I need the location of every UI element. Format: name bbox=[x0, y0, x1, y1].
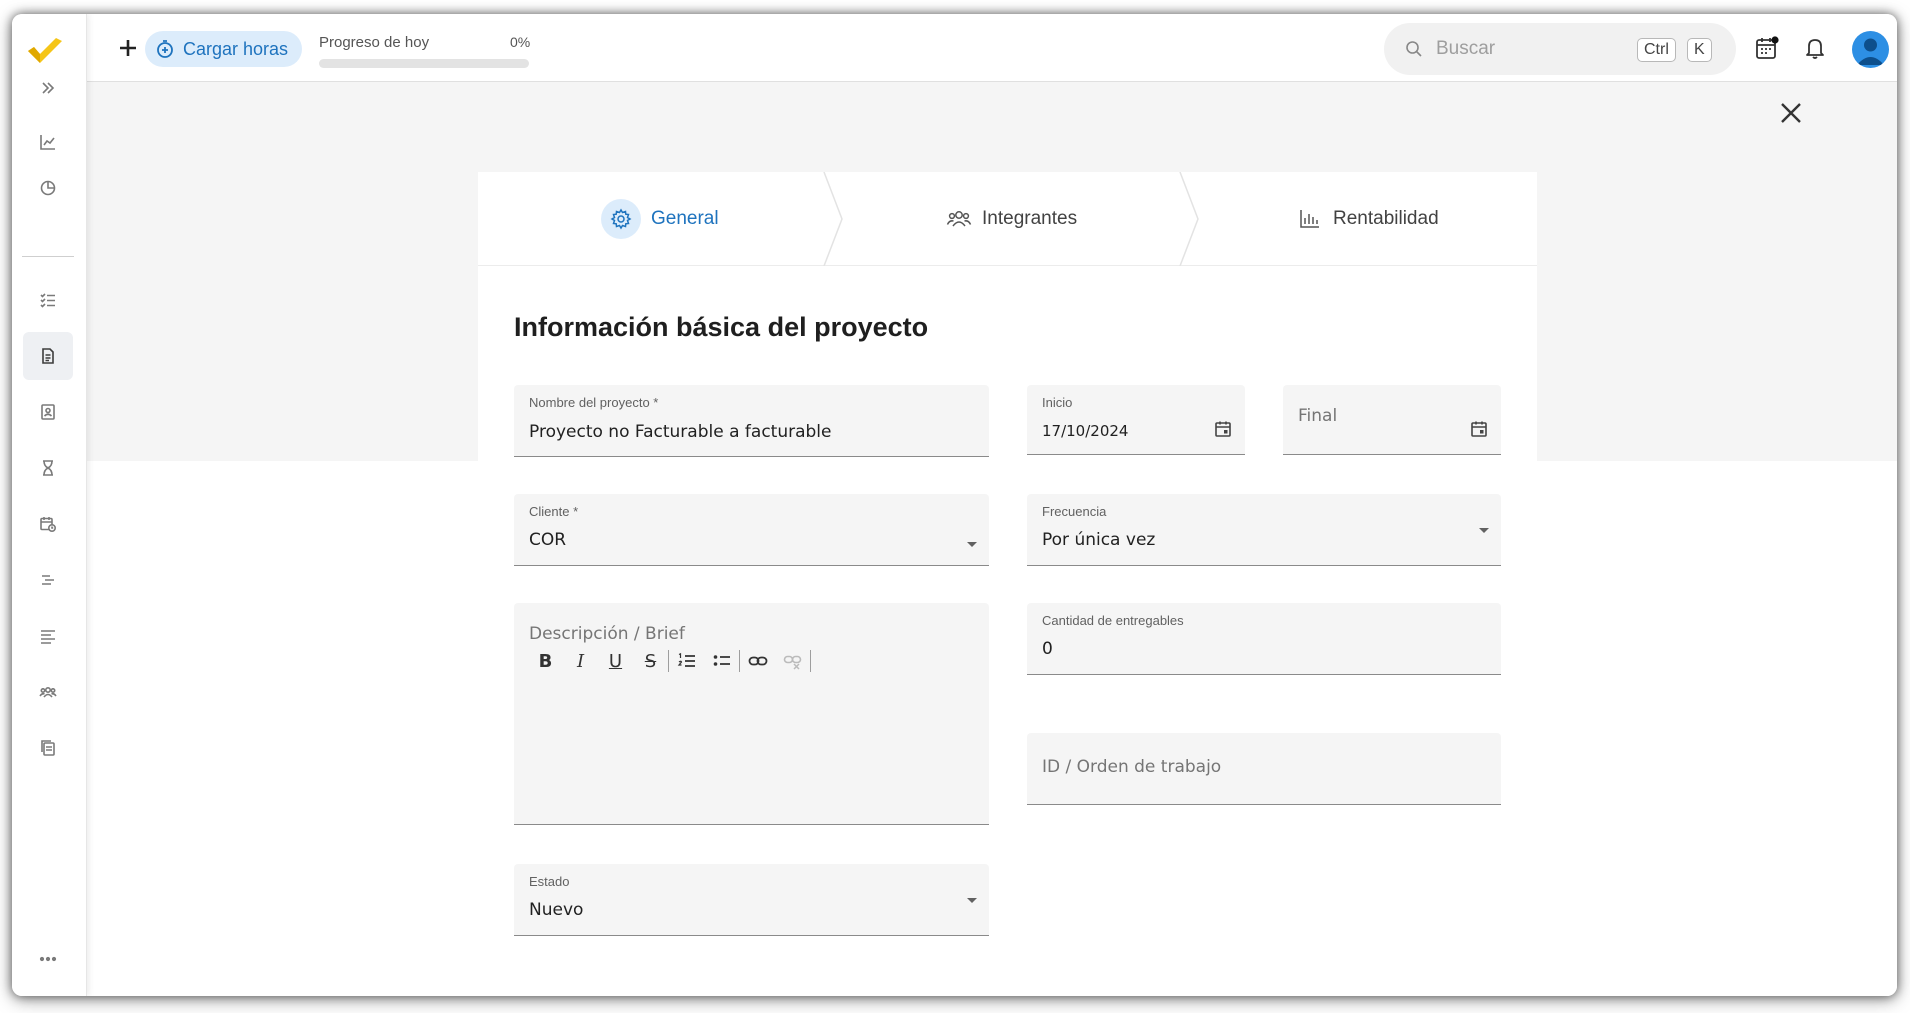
top-bar: Cargar horas Progreso de hoy 0% Ctrl K bbox=[87, 14, 1897, 82]
client-value: COR bbox=[529, 530, 567, 550]
shortcut-ctrl-key: Ctrl bbox=[1637, 38, 1676, 62]
calendar-icon[interactable] bbox=[1213, 419, 1233, 439]
step-general[interactable]: General bbox=[601, 172, 719, 266]
sidebar-item-analytics[interactable] bbox=[23, 118, 73, 166]
gear-icon bbox=[601, 199, 641, 239]
people-icon bbox=[946, 211, 972, 227]
sidebar-item-projects[interactable] bbox=[23, 332, 73, 380]
project-name-field[interactable]: Nombre del proyecto * Proyecto no Factur… bbox=[514, 385, 989, 457]
status-value: Nuevo bbox=[529, 900, 584, 920]
shortcut-k-key: K bbox=[1687, 38, 1712, 62]
sidebar-item-planning[interactable] bbox=[23, 556, 73, 604]
editor-toolbar: B I U S bbox=[528, 648, 811, 674]
frequency-select[interactable]: Frecuencia Por única vez bbox=[1027, 494, 1501, 566]
step-separator bbox=[1179, 172, 1199, 266]
step-separator bbox=[823, 172, 843, 266]
description-placeholder: Descripción / Brief bbox=[529, 624, 685, 644]
end-date-field[interactable]: Final bbox=[1283, 385, 1501, 455]
ordered-list-icon[interactable] bbox=[669, 648, 704, 674]
app-logo-icon[interactable] bbox=[26, 36, 64, 68]
strikethrough-button[interactable]: S bbox=[633, 648, 668, 674]
dropdown-arrow-icon bbox=[967, 898, 977, 903]
start-date-value: 17/10/2024 bbox=[1042, 422, 1129, 440]
status-label: Estado bbox=[529, 874, 570, 889]
line-chart-icon bbox=[40, 135, 55, 150]
sidebar-item-reports[interactable] bbox=[23, 164, 73, 212]
progress-label: Progreso de hoy bbox=[319, 34, 430, 51]
app-window: Cargar horas Progreso de hoy 0% Ctrl K bbox=[12, 14, 1897, 996]
calendar-notification-icon[interactable] bbox=[1753, 34, 1781, 62]
work-order-field[interactable]: ID / Orden de trabajo bbox=[1027, 733, 1501, 805]
link-icon[interactable] bbox=[740, 648, 775, 674]
sidebar-divider bbox=[22, 256, 74, 257]
dropdown-arrow-icon bbox=[967, 542, 977, 547]
frequency-label: Frecuencia bbox=[1042, 504, 1107, 519]
step-integrantes-label: Integrantes bbox=[982, 208, 1078, 229]
sidebar-item-tasks[interactable] bbox=[23, 276, 73, 324]
timer-add-icon bbox=[157, 40, 173, 58]
work-order-placeholder: ID / Orden de trabajo bbox=[1042, 757, 1222, 777]
contact-card-icon bbox=[41, 404, 55, 420]
sidebar bbox=[12, 14, 87, 996]
deliverables-value: 0 bbox=[1042, 639, 1053, 659]
sidebar-item-clients[interactable] bbox=[23, 388, 73, 436]
hourglass-icon bbox=[43, 460, 53, 476]
end-date-placeholder: Final bbox=[1298, 406, 1338, 426]
bell-icon[interactable] bbox=[1801, 34, 1829, 62]
client-select[interactable]: Cliente * COR bbox=[514, 494, 989, 566]
close-icon[interactable] bbox=[1778, 100, 1804, 126]
cargar-horas-label: Cargar horas bbox=[183, 38, 289, 59]
unlink-icon[interactable] bbox=[775, 648, 810, 674]
calendar-clock-icon bbox=[40, 517, 57, 533]
user-avatar[interactable] bbox=[1852, 31, 1889, 68]
expand-sidebar-icon[interactable] bbox=[23, 68, 73, 108]
status-select[interactable]: Estado Nuevo bbox=[514, 864, 989, 936]
step-rentabilidad-label: Rentabilidad bbox=[1333, 208, 1439, 229]
dropdown-arrow-icon bbox=[1479, 528, 1489, 533]
calendar-icon[interactable] bbox=[1469, 419, 1489, 439]
section-title: Información básica del proyecto bbox=[514, 312, 929, 342]
gantt-icon bbox=[42, 575, 54, 585]
progress-bar bbox=[319, 59, 529, 68]
step-rentabilidad[interactable]: Rentabilidad bbox=[1297, 172, 1439, 266]
client-label: Cliente * bbox=[529, 504, 579, 519]
bar-chart-icon bbox=[1300, 210, 1319, 228]
cargar-horas-button[interactable]: Cargar horas bbox=[145, 31, 303, 67]
search-icon bbox=[1406, 41, 1422, 57]
underline-button[interactable]: U bbox=[598, 648, 633, 674]
sidebar-item-copies[interactable] bbox=[23, 724, 73, 772]
deliverables-quantity-field[interactable]: Cantidad de entregables 0 bbox=[1027, 603, 1501, 675]
project-name-label: Nombre del proyecto * bbox=[529, 395, 659, 410]
step-general-label: General bbox=[651, 208, 719, 229]
stepper: General Integrantes Rentabilidad bbox=[478, 172, 1537, 266]
bold-button[interactable]: B bbox=[528, 648, 563, 674]
team-icon bbox=[39, 687, 57, 698]
add-icon[interactable] bbox=[115, 35, 141, 61]
search-input[interactable] bbox=[1436, 35, 1616, 63]
copy-icon bbox=[41, 740, 55, 756]
pie-chart-icon bbox=[40, 180, 56, 196]
deliverables-label: Cantidad de entregables bbox=[1042, 613, 1184, 628]
sidebar-item-team[interactable] bbox=[23, 668, 73, 716]
list-icon bbox=[41, 630, 55, 644]
bullet-list-icon[interactable] bbox=[704, 648, 739, 674]
italic-button[interactable]: I bbox=[563, 648, 598, 674]
description-editor[interactable]: Descripción / Brief B I U S bbox=[514, 603, 989, 825]
search-box[interactable]: Ctrl K bbox=[1384, 23, 1736, 75]
step-integrantes[interactable]: Integrantes bbox=[946, 172, 1077, 266]
start-date-field[interactable]: Inicio 17/10/2024 bbox=[1027, 385, 1245, 455]
document-icon bbox=[42, 348, 54, 364]
sidebar-item-list[interactable] bbox=[23, 612, 73, 660]
project-form-card: General Integrantes Rentabilidad Informa… bbox=[478, 172, 1537, 996]
more-options-icon[interactable] bbox=[23, 942, 73, 976]
sidebar-item-calendar[interactable] bbox=[23, 500, 73, 548]
project-name-value: Proyecto no Facturable a facturable bbox=[529, 422, 832, 442]
toolbar-divider bbox=[810, 650, 811, 672]
checklist-icon bbox=[40, 293, 55, 308]
start-date-label: Inicio bbox=[1042, 395, 1073, 410]
sidebar-item-timesheets[interactable] bbox=[23, 444, 73, 492]
progress-percent: 0% bbox=[510, 34, 531, 50]
frequency-value: Por única vez bbox=[1042, 530, 1156, 550]
